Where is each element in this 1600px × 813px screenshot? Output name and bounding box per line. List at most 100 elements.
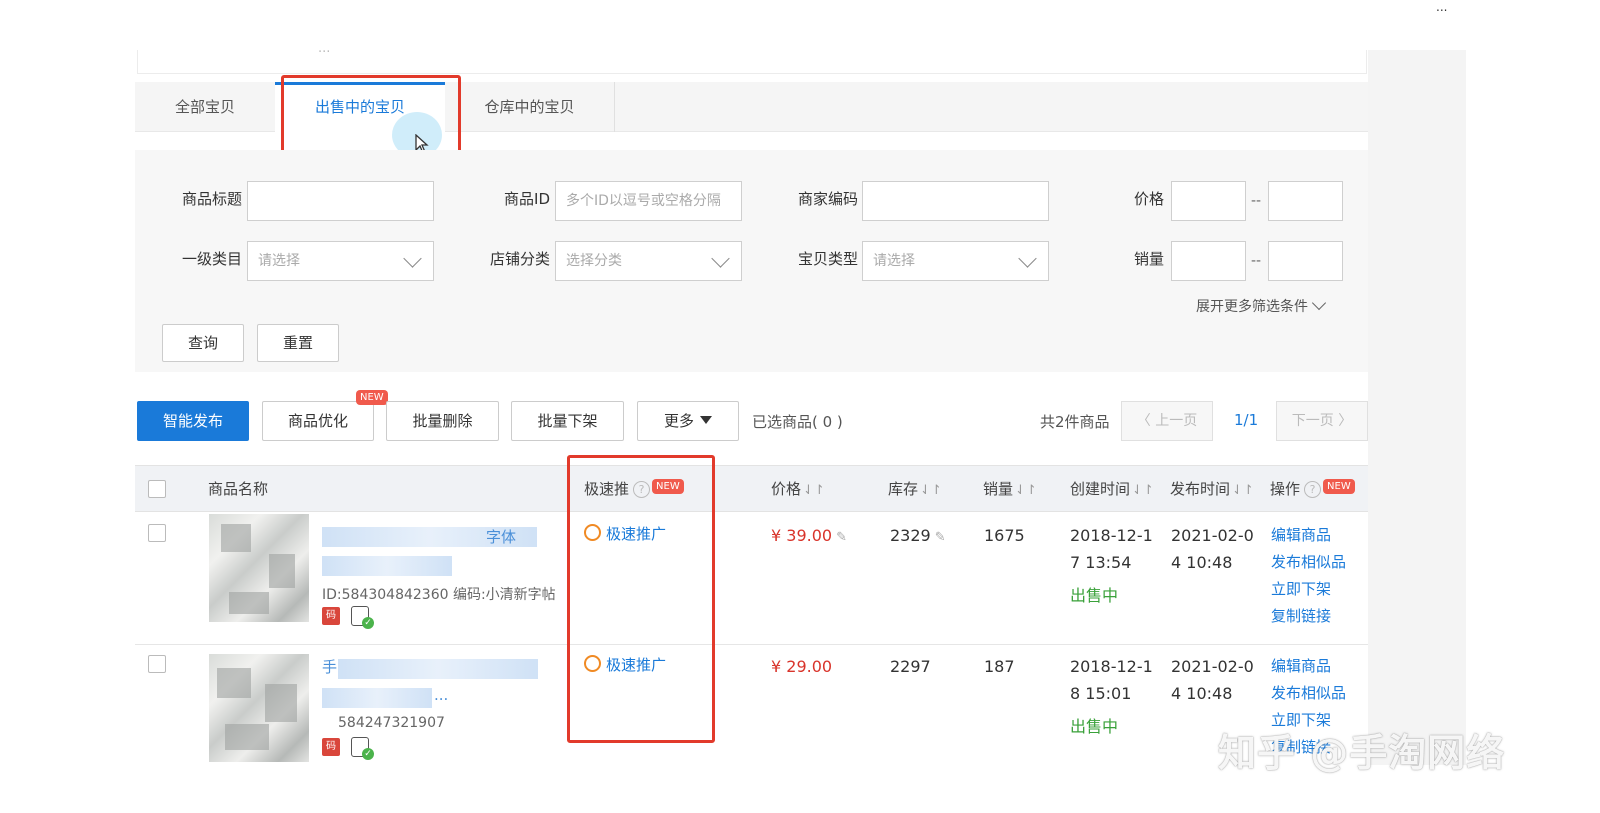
more-dropdown-button[interactable]: 更多: [637, 401, 739, 441]
sales-max-input[interactable]: [1268, 241, 1343, 281]
header-sales-label: 销量: [983, 480, 1014, 498]
offshelf-link[interactable]: 立即下架: [1271, 576, 1346, 603]
sort-icon: ⇃↾: [1132, 483, 1154, 498]
chevron-left-icon: 〈: [1136, 413, 1156, 429]
product-id-text: ID:584304842360 编码:小清新字帖: [322, 587, 556, 603]
price-range-separator: --: [1251, 193, 1262, 209]
header-created-label: 创建时间: [1070, 480, 1131, 498]
sales-range-separator: --: [1251, 253, 1262, 269]
query-button[interactable]: 查询: [162, 324, 244, 362]
title-filter-input[interactable]: [247, 181, 434, 221]
blurred-title-block: [322, 556, 452, 576]
header-price-label: 价格: [771, 480, 802, 498]
category-select[interactable]: 请选择: [247, 241, 434, 281]
header-stock[interactable]: 库存 ⇃↾: [888, 478, 942, 499]
header-ops-label: 操作: [1270, 480, 1301, 498]
pencil-icon[interactable]: ✎: [935, 530, 946, 545]
item-type-label: 宝贝类型: [797, 250, 858, 268]
header-created[interactable]: 创建时间 ⇃↾: [1070, 478, 1154, 499]
price-value: ¥ 39.00 ✎: [771, 526, 847, 545]
shop-category-label: 店铺分类: [489, 250, 550, 268]
blurred-title-block: [338, 659, 538, 679]
product-thumbnail[interactable]: [209, 514, 309, 622]
corner-text: ...: [1436, 0, 1448, 14]
sales-filter-label: 销量: [1133, 250, 1164, 268]
title-filter-label: 商品标题: [181, 190, 242, 208]
item-type-select[interactable]: 请选择: [862, 241, 1049, 281]
shop-category-select[interactable]: 选择分类: [555, 241, 742, 281]
row-divider: [135, 644, 1368, 645]
header-name: 商品名称: [208, 480, 269, 498]
product-thumbnail[interactable]: [209, 654, 309, 762]
prev-page-button[interactable]: 〈 上一页: [1121, 401, 1213, 441]
row-checkbox[interactable]: [148, 655, 166, 673]
sales-min-input[interactable]: [1171, 241, 1246, 281]
select-all-checkbox[interactable]: [148, 480, 166, 498]
optimize-button[interactable]: 商品优化: [262, 401, 374, 441]
copy-link[interactable]: 复制链接: [1271, 603, 1346, 630]
reset-button[interactable]: 重置: [257, 324, 339, 362]
watermark: 知乎 @手淘网络: [1218, 731, 1506, 775]
header-sales[interactable]: 销量 ⇃↾: [983, 478, 1037, 499]
stock-value: 2297: [890, 657, 931, 676]
sort-icon: ⇃↾: [803, 483, 825, 498]
batch-delete-button[interactable]: 批量删除: [386, 401, 499, 441]
code-filter-label: 商家编码: [797, 190, 858, 208]
sort-icon: ⇃↾: [920, 483, 942, 498]
chevron-right-icon: 〉: [1333, 413, 1353, 429]
question-icon[interactable]: ?: [1304, 481, 1322, 498]
next-page-button[interactable]: 下一页 〉: [1276, 401, 1368, 441]
next-page-label: 下一页: [1291, 413, 1334, 429]
sort-icon: ⇃↾: [1232, 483, 1254, 498]
price-min-input[interactable]: [1171, 181, 1246, 221]
price-value: ¥ 29.00: [771, 657, 833, 676]
caret-down-icon: [700, 416, 712, 424]
header-ops: 操作? NEW: [1270, 478, 1355, 499]
status-badge: 出售中: [1070, 586, 1119, 605]
header-stock-label: 库存: [888, 480, 919, 498]
screenshot-stage: ... ... 全部宝贝 出售中的宝贝 仓库中的宝贝 商品标题 商品ID 多个I…: [0, 0, 1600, 813]
more-label: 更多: [663, 412, 694, 430]
status-badge: 出售中: [1070, 717, 1119, 736]
chevron-down-icon: [1311, 295, 1327, 311]
page-indicator: 1/1: [1234, 411, 1259, 429]
category-filter-label: 一级类目: [181, 250, 242, 268]
top-search-bar: ...: [137, 41, 1367, 74]
top-faint-text: ...: [318, 41, 331, 56]
product-title-line2: ...: [434, 686, 449, 704]
edit-item-link[interactable]: 编辑商品: [1271, 653, 1346, 680]
product-id-text: 584247321907: [338, 715, 445, 731]
price-filter-label: 价格: [1133, 190, 1164, 208]
row-checkbox[interactable]: [148, 524, 166, 542]
header-published[interactable]: 发布时间 ⇃↾: [1170, 478, 1254, 499]
pencil-icon[interactable]: ✎: [836, 530, 847, 545]
right-background-strip: [1368, 50, 1466, 765]
selected-count: 已选商品( 0 ): [752, 413, 843, 431]
publish-similar-link[interactable]: 发布相似品: [1271, 549, 1346, 576]
highlight-box-promo-column: [567, 455, 715, 743]
stock-value: 2329 ✎: [890, 526, 946, 545]
smart-publish-button[interactable]: 智能发布: [137, 401, 249, 441]
publish-similar-link[interactable]: 发布相似品: [1271, 680, 1346, 707]
tab-warehouse[interactable]: 仓库中的宝贝: [445, 82, 615, 132]
expand-filters-link[interactable]: 展开更多筛选条件: [1196, 295, 1327, 316]
header-published-label: 发布时间: [1170, 480, 1231, 498]
blurred-title-block: [322, 688, 432, 708]
product-title[interactable]: 字体: [486, 526, 516, 547]
total-count: 共2件商品: [1040, 413, 1110, 431]
id-filter-input[interactable]: 多个ID以逗号或空格分隔: [555, 181, 742, 221]
code-badge-icon: 码: [322, 738, 340, 756]
created-time: 2018-12-1 7 13:54: [1070, 526, 1153, 572]
mobile-check-icon: ✓: [351, 606, 374, 629]
expand-filters-label: 展开更多筛选条件: [1196, 299, 1308, 315]
price-max-input[interactable]: [1268, 181, 1343, 221]
sort-icon: ⇃↾: [1015, 483, 1037, 498]
tab-all-items[interactable]: 全部宝贝: [135, 82, 275, 132]
edit-item-link[interactable]: 编辑商品: [1271, 522, 1346, 549]
header-price[interactable]: 价格 ⇃↾: [771, 478, 825, 499]
code-filter-input[interactable]: [862, 181, 1049, 221]
batch-offshelf-button[interactable]: 批量下架: [511, 401, 624, 441]
product-title[interactable]: 手: [322, 656, 337, 677]
sales-value: 1675: [984, 526, 1025, 545]
ops-list: 编辑商品 发布相似品 立即下架 复制链接: [1271, 522, 1346, 630]
